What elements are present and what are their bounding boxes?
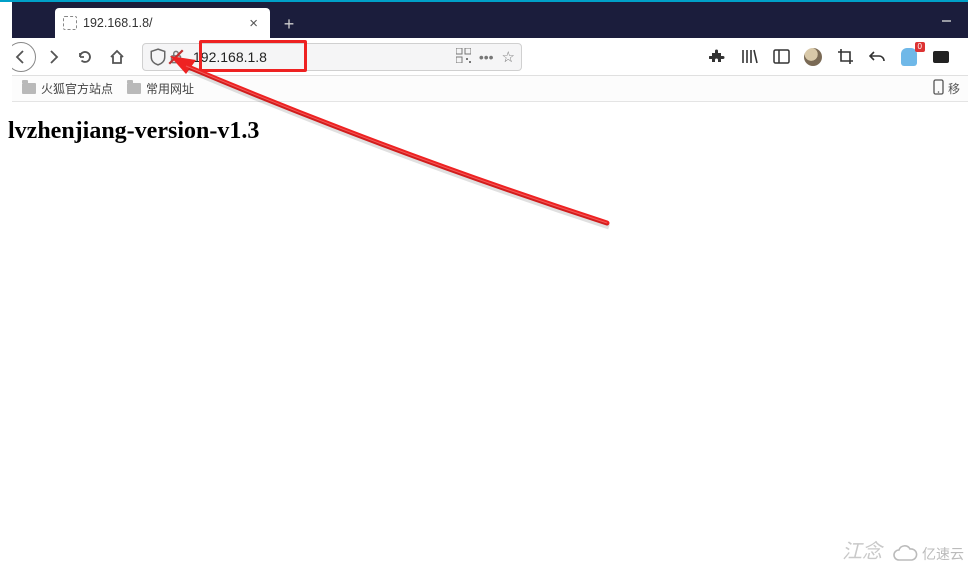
sidebar-icon[interactable] — [768, 44, 794, 70]
bookmark-folder-2[interactable]: 常用网址 — [127, 80, 194, 97]
tab-strip: 192.168.1.8/ × + — [0, 2, 968, 38]
ghost-ext-icon[interactable]: 0 — [896, 44, 922, 70]
forward-button[interactable] — [38, 42, 68, 72]
home-button[interactable] — [102, 42, 132, 72]
watermark-text: 江念 — [842, 535, 882, 564]
shield-icon[interactable] — [149, 48, 167, 66]
phone-icon — [933, 79, 944, 98]
bookmark-folder-1[interactable]: 火狐官方站点 — [22, 80, 113, 97]
qr-icon[interactable] — [456, 48, 471, 66]
cloud-label: 亿速云 — [922, 544, 964, 564]
bookmarks-bar: 火狐官方站点 常用网址 移 — [0, 76, 968, 102]
folder-icon — [22, 83, 36, 94]
minimize-button[interactable] — [924, 2, 968, 38]
ext-badge: 0 — [915, 42, 925, 52]
bookmark-label: 火狐官方站点 — [41, 80, 113, 97]
bookmark-label: 常用网址 — [146, 80, 194, 97]
tab-title: 192.168.1.8/ — [83, 16, 245, 30]
nav-toolbar: 192.168.1.8 ••• ☆ — [0, 38, 968, 76]
page-content: lvzhenjiang-version-v1.3 — [0, 102, 968, 572]
new-tab-button[interactable]: + — [274, 10, 304, 38]
insecure-icon[interactable] — [167, 48, 185, 66]
page-heading: lvzhenjiang-version-v1.3 — [8, 118, 964, 145]
page-actions-icon[interactable]: ••• — [479, 49, 494, 65]
folder-icon — [127, 83, 141, 94]
undo-icon[interactable] — [864, 44, 890, 70]
library-icon[interactable] — [736, 44, 762, 70]
crop-icon[interactable] — [832, 44, 858, 70]
cloud-watermark: 亿速云 — [892, 544, 964, 564]
mobile-label: 移 — [948, 80, 960, 97]
window-controls — [924, 2, 968, 38]
puzzle-icon[interactable] — [704, 44, 730, 70]
close-tab-icon[interactable]: × — [245, 15, 262, 32]
active-tab[interactable]: 192.168.1.8/ × — [55, 8, 270, 38]
mobile-bookmarks[interactable]: 移 — [933, 79, 960, 98]
toolbar-extensions: 0 — [704, 44, 962, 70]
tab-favicon — [63, 16, 77, 30]
url-text[interactable]: 192.168.1.8 — [185, 47, 303, 67]
dark-ext-icon[interactable] — [928, 44, 954, 70]
bookmark-star-icon[interactable]: ☆ — [502, 48, 515, 66]
address-bar[interactable]: 192.168.1.8 ••• ☆ — [142, 43, 522, 71]
profile-avatar[interactable] — [800, 44, 826, 70]
reload-button[interactable] — [70, 42, 100, 72]
